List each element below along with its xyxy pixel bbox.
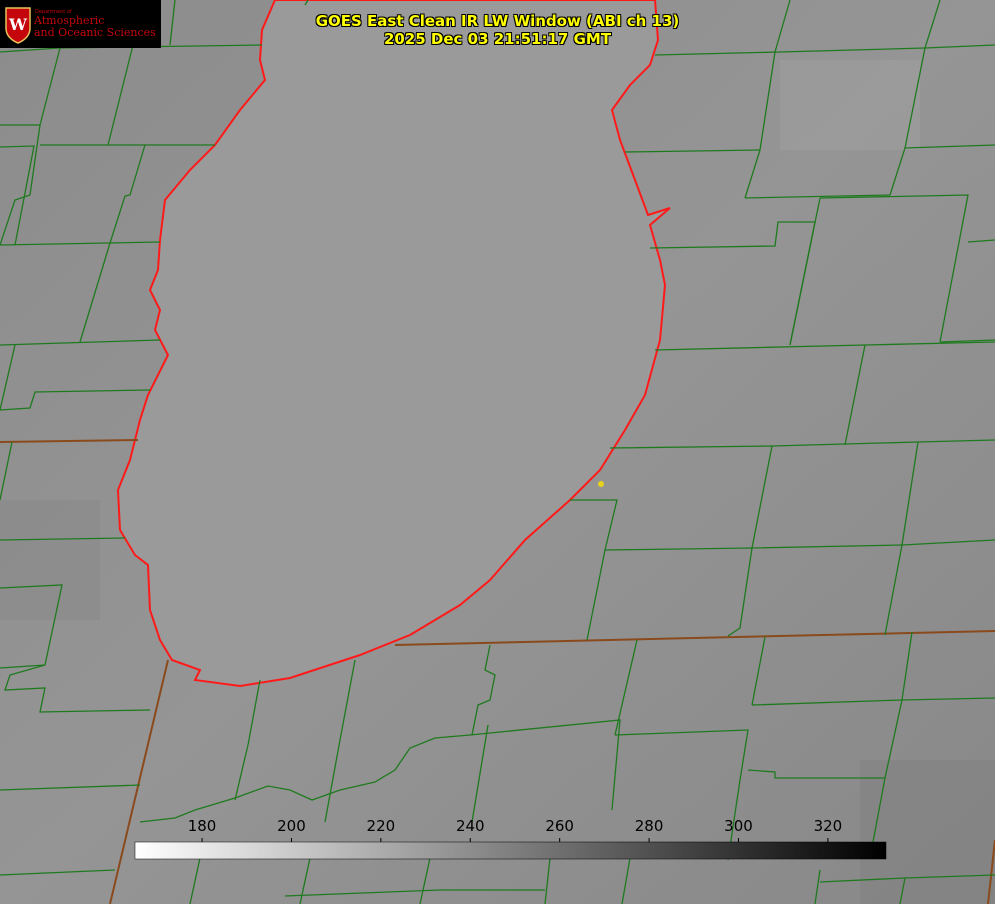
satellite-viewer: W Department of Atmospheric and Oceanic … [0, 0, 995, 904]
colorbar-tick-label: 200 [277, 817, 306, 835]
colorbar-gradient [134, 841, 887, 860]
colorbar-tick-label: 240 [456, 817, 485, 835]
colorbar-tick-label: 280 [635, 817, 664, 835]
colorbar-tick-label: 180 [188, 817, 217, 835]
colorbar-tick-label: 260 [545, 817, 574, 835]
colorbar-tick-label: 300 [724, 817, 753, 835]
colorbar: 180 200 220 240 260 280 300 320 [134, 817, 887, 860]
colorbar-tick-label: 220 [367, 817, 396, 835]
colorbar-tick-label: 320 [814, 817, 843, 835]
